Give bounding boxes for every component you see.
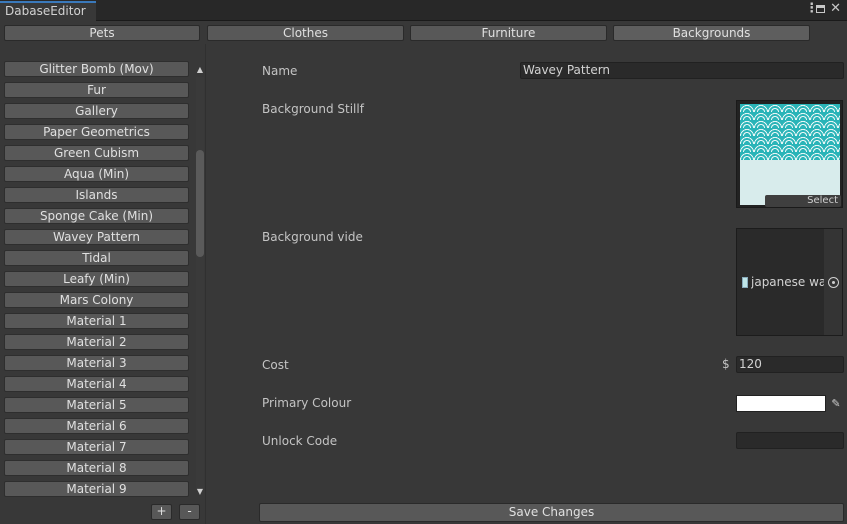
list-item[interactable]: Aqua (Min) [4,166,189,182]
list-item[interactable]: Fur [4,82,189,98]
scroll-down-arrow-icon[interactable]: ▼ [195,488,205,496]
list-item[interactable]: Gallery [4,103,189,119]
list-item[interactable]: Green Cubism [4,145,189,161]
list-item[interactable]: Material 8 [4,460,189,476]
remove-item-button[interactable]: - [179,504,200,520]
list-item[interactable]: Sponge Cake (Min) [4,208,189,224]
name-label: Name [262,64,298,78]
wave-pattern-image [740,104,840,160]
name-field[interactable]: Wavey Pattern [520,62,844,79]
eyedropper-icon[interactable]: ✎ [828,395,844,412]
cost-label: Cost [262,358,289,372]
list-scrollbar-track[interactable] [196,77,204,490]
kebab-menu-icon[interactable]: ⋮ [805,2,818,16]
background-video-field[interactable]: japanese wav [736,228,843,336]
unlock-code-label: Unlock Code [262,434,338,448]
category-button-furniture[interactable]: Furniture [410,25,607,41]
list-item[interactable]: Material 3 [4,355,189,371]
background-video-label: Background vide [262,230,363,244]
list-item[interactable]: Islands [4,187,189,203]
maximize-icon[interactable] [816,5,826,13]
window-controls: ⋮ ✕ [805,2,841,16]
list-item[interactable]: Glitter Bomb (Mov) [4,61,189,77]
list-item[interactable]: Material 6 [4,418,189,434]
category-button-pets[interactable]: Pets [4,25,200,41]
list-item[interactable]: Material 5 [4,397,189,413]
list-item[interactable]: Paper Geometrics [4,124,189,140]
unlock-code-field[interactable] [736,432,844,449]
save-changes-button[interactable]: Save Changes [259,503,844,522]
cost-field[interactable]: 120 [736,356,844,373]
list-scrollbar-thumb[interactable] [196,150,204,257]
list-item[interactable]: Wavey Pattern [4,229,189,245]
primary-colour-label: Primary Colour [262,396,352,410]
scroll-up-arrow-icon[interactable]: ▲ [195,66,205,74]
category-button-clothes[interactable]: Clothes [207,25,404,41]
video-asset-icon [742,277,748,288]
object-picker-icon[interactable] [828,277,839,288]
video-asset-name: japanese wav [751,275,824,289]
currency-symbol: $ [722,357,730,371]
list-item[interactable]: Material 7 [4,439,189,455]
list-item[interactable]: Mars Colony [4,292,189,308]
list-item[interactable]: Material 1 [4,313,189,329]
window-titlebar: DabaseEditor ⋮ ✕ [0,0,847,21]
category-button-backgrounds[interactable]: Backgrounds [613,25,810,41]
background-still-label: Background Stillf [262,102,364,116]
list-item[interactable]: Material 2 [4,334,189,350]
list-item[interactable]: Tidal [4,250,189,266]
select-image-button[interactable]: Select [765,195,841,207]
primary-colour-swatch[interactable] [736,395,826,412]
close-icon[interactable]: ✕ [830,2,841,16]
background-still-preview[interactable]: Select [736,100,843,208]
list-item[interactable]: Material 9 [4,481,189,497]
add-item-button[interactable]: + [151,504,172,520]
list-item[interactable]: Material 4 [4,376,189,392]
list-item[interactable]: Leafy (Min) [4,271,189,287]
editor-tab[interactable]: DabaseEditor [0,1,96,21]
